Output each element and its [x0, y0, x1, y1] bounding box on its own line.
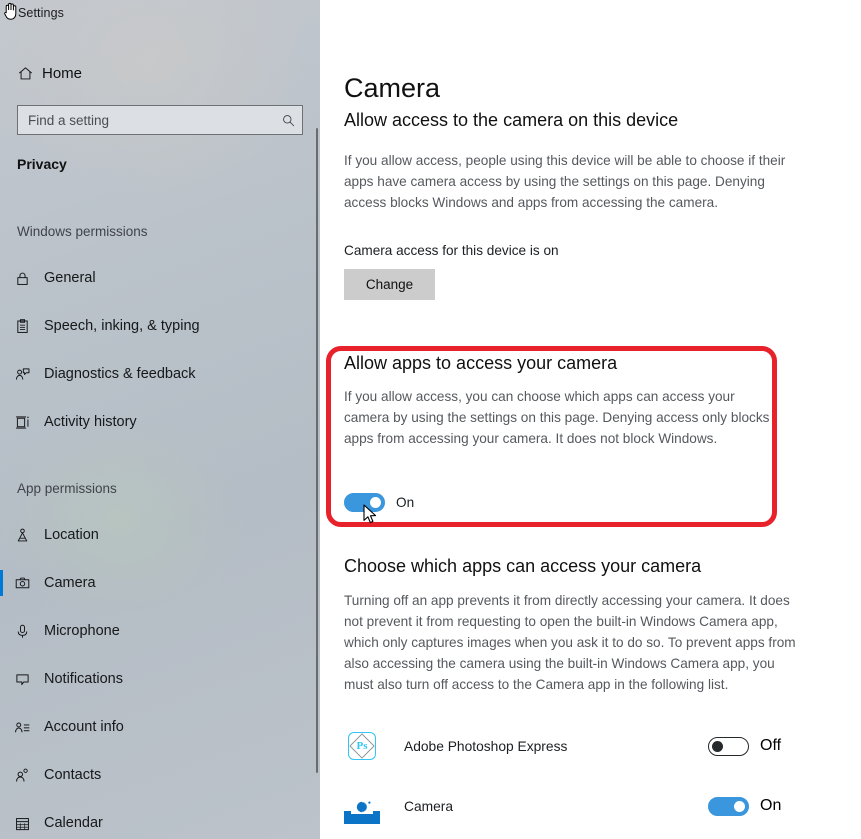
- activity-history-icon: [0, 414, 44, 431]
- selected-indicator: [0, 570, 3, 596]
- device-access-description: If you allow access, people using this d…: [344, 153, 786, 210]
- sidebar-item-general[interactable]: General: [0, 262, 310, 294]
- account-info-icon: [0, 719, 44, 736]
- grab-hand-cursor: [2, 0, 22, 27]
- lock-icon: [0, 270, 44, 287]
- search-icon[interactable]: [274, 113, 302, 128]
- sidebar-item-notifications[interactable]: Notifications: [0, 663, 310, 695]
- main-content: Camera Allow access to the camera on thi…: [320, 0, 861, 839]
- app-name-photoshop-express: Adobe Photoshop Express: [404, 738, 568, 754]
- app-toggle-photoshop-express[interactable]: [708, 736, 749, 756]
- sidebar-item-account-info[interactable]: Account info: [0, 711, 310, 743]
- sidebar-item-diagnostics-label: Diagnostics & feedback: [44, 366, 196, 382]
- sidebar-item-location[interactable]: Location: [0, 519, 310, 551]
- toggle-knob: [712, 740, 723, 752]
- sidebar-section-privacy: Privacy: [17, 156, 67, 172]
- notification-icon: [0, 671, 44, 688]
- choose-apps-heading: Choose which apps can access your camera: [344, 556, 702, 576]
- sidebar-item-camera[interactable]: Camera: [0, 567, 310, 599]
- microphone-icon: [0, 623, 44, 640]
- sidebar-item-activity-history-label: Activity history: [44, 414, 137, 430]
- sidebar-item-microphone-label: Microphone: [44, 623, 120, 639]
- app-row-photoshop-express[interactable]: Ps Adobe Photoshop Express Off: [344, 723, 804, 769]
- photoshop-express-icon: Ps: [344, 728, 380, 764]
- sidebar-scrollbar[interactable]: [316, 128, 318, 773]
- sidebar-item-notifications-label: Notifications: [44, 671, 123, 687]
- location-pin-icon: [0, 527, 44, 544]
- sidebar-item-home-label: Home: [42, 64, 83, 82]
- apps-access-toggle-row[interactable]: On: [344, 493, 414, 512]
- search-input[interactable]: [18, 107, 274, 133]
- toggle-knob: [734, 800, 745, 812]
- page-title: Camera: [344, 73, 441, 104]
- sidebar-item-home[interactable]: Home: [8, 58, 298, 88]
- apps-access-description: If you allow access, you can choose whic…: [344, 389, 770, 446]
- app-toggle-state-camera: On: [760, 797, 782, 814]
- sidebar-group-header-app-permissions: App permissions: [17, 481, 117, 496]
- device-access-status: Camera access for this device is on: [344, 243, 559, 258]
- apps-access-toggle-state: On: [396, 495, 415, 510]
- app-title: Settings: [18, 6, 64, 20]
- person-feedback-icon: [0, 366, 44, 383]
- app-row-camera[interactable]: Camera On: [344, 783, 804, 829]
- app-toggle-camera[interactable]: [708, 796, 749, 816]
- calendar-icon: [0, 815, 44, 832]
- sidebar-item-location-label: Location: [44, 527, 99, 543]
- arrow-cursor: [363, 504, 378, 531]
- camera-icon: [0, 575, 44, 592]
- sidebar-item-general-label: General: [44, 270, 96, 286]
- app-toggle-wrap-photoshop-express[interactable]: Off: [708, 736, 804, 756]
- apps-access-heading: Allow apps to access your camera: [344, 353, 618, 373]
- sidebar-group-header-windows-permissions: Windows permissions: [17, 224, 148, 239]
- sidebar-item-contacts[interactable]: Contacts: [0, 759, 310, 791]
- sidebar-item-contacts-label: Contacts: [44, 767, 102, 783]
- contacts-icon: [0, 767, 44, 784]
- choose-apps-description: Turning off an app prevents it from dire…: [344, 593, 796, 692]
- app-toggle-wrap-camera[interactable]: On: [708, 796, 804, 816]
- clipboard-icon: [0, 318, 44, 335]
- search-box[interactable]: [17, 105, 303, 135]
- settings-sidebar: Settings Home Privacy Windows permission…: [0, 0, 320, 839]
- camera-app-icon: [344, 788, 380, 824]
- home-icon: [8, 65, 42, 82]
- device-access-heading: Allow access to the camera on this devic…: [344, 110, 679, 130]
- sidebar-item-account-info-label: Account info: [44, 719, 124, 735]
- sidebar-item-speech-label: Speech, inking, & typing: [44, 318, 200, 334]
- sidebar-item-diagnostics-feedback[interactable]: Diagnostics & feedback: [0, 358, 310, 390]
- sidebar-item-activity-history[interactable]: Activity history: [0, 406, 310, 438]
- app-toggle-state-photoshop-express: Off: [760, 737, 782, 754]
- app-name-camera: Camera: [404, 798, 454, 814]
- change-button[interactable]: Change: [344, 269, 435, 300]
- sidebar-item-calendar-label: Calendar: [44, 815, 103, 831]
- sidebar-item-camera-label: Camera: [44, 575, 96, 591]
- sidebar-item-calendar[interactable]: Calendar: [0, 807, 310, 839]
- sidebar-item-speech-inking-typing[interactable]: Speech, inking, & typing: [0, 310, 310, 342]
- sidebar-item-microphone[interactable]: Microphone: [0, 615, 310, 647]
